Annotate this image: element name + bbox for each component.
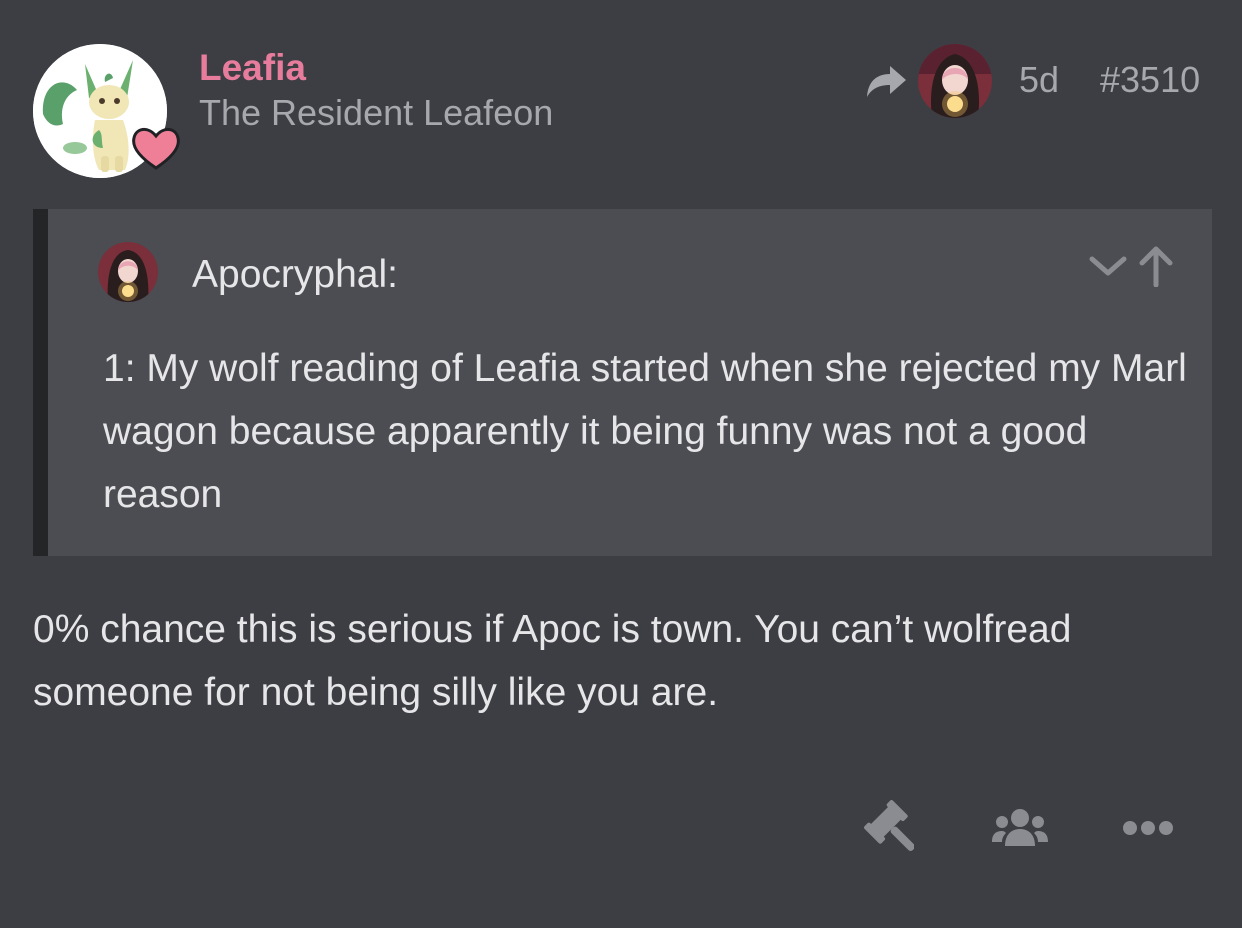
post-number[interactable]: #3510 bbox=[1100, 58, 1200, 102]
post-body: 0% chance this is serious if Apoc is tow… bbox=[33, 608, 1072, 714]
quote-text: 1: My wolf reading of Leafia started whe… bbox=[103, 347, 1187, 516]
group-icon[interactable] bbox=[992, 806, 1048, 850]
quote-block: Apocryphal: 1: My wolf reading of Leafia… bbox=[33, 209, 1212, 556]
quote-author-avatar bbox=[98, 242, 158, 302]
more-icon[interactable] bbox=[1120, 812, 1176, 844]
author-name[interactable]: Leafia bbox=[199, 46, 306, 90]
author-title: The Resident Leafeon bbox=[199, 92, 554, 133]
forum-post: Leafia The Resident Leafeon 5d #3510 Apo… bbox=[0, 0, 1242, 928]
reply-arrow-icon[interactable] bbox=[864, 62, 908, 100]
gavel-icon[interactable] bbox=[858, 800, 916, 856]
quote-author: Apocryphal: bbox=[192, 253, 398, 296]
arrow-up-icon[interactable] bbox=[1136, 245, 1176, 288]
heart-icon bbox=[130, 124, 182, 172]
chevron-down-icon[interactable] bbox=[1088, 249, 1128, 283]
reply-to-avatar[interactable] bbox=[918, 44, 992, 118]
post-age[interactable]: 5d bbox=[1019, 58, 1059, 102]
